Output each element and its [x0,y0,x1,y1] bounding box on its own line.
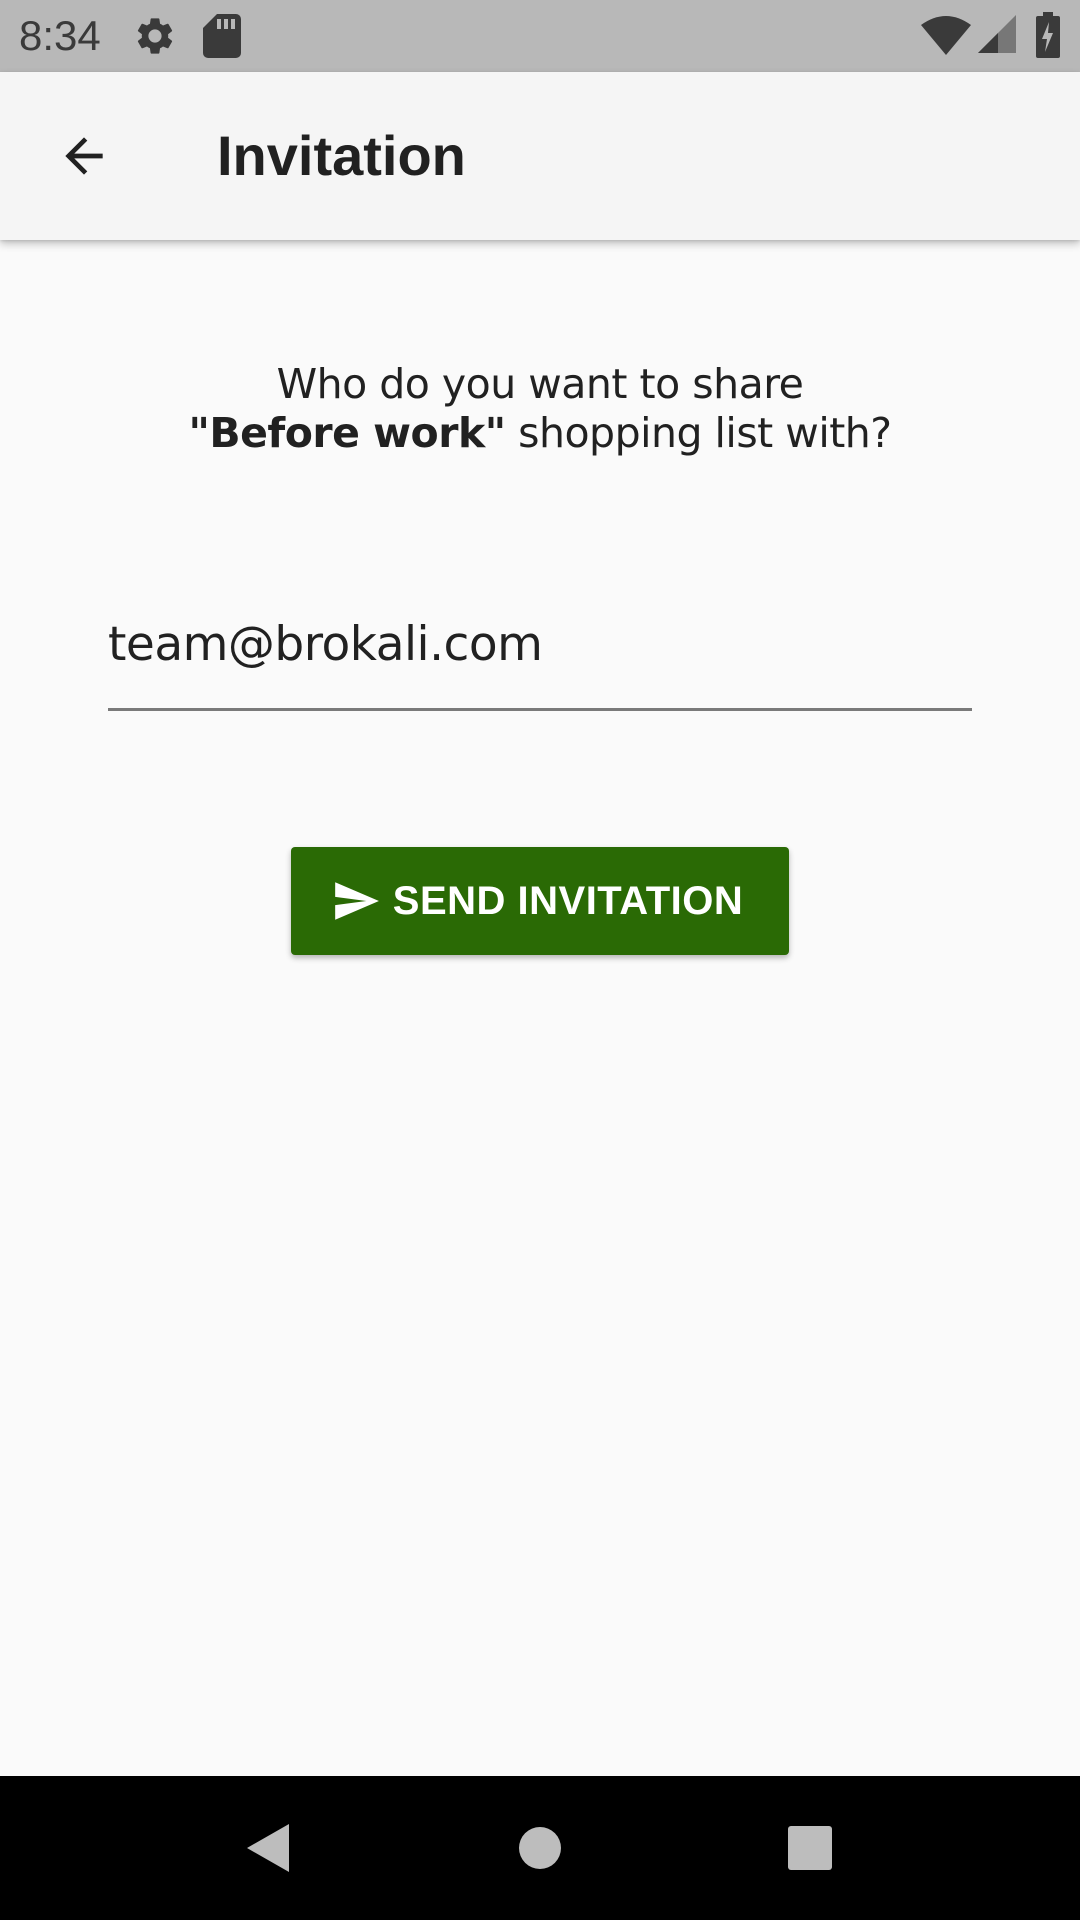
share-prompt: Who do you want to share "Before work" s… [0,360,1080,458]
send-invitation-label: SEND INVITATION [392,878,744,923]
nav-recents-button[interactable] [760,1798,860,1898]
send-invitation-button[interactable]: SEND INVITATION [291,847,789,955]
status-bar: 8:34 [0,0,1080,72]
status-time: 8:34 [19,12,101,59]
prompt-line-1: Who do you want to share [276,360,804,408]
send-icon [334,882,379,920]
cellular-signal-icon [978,15,1016,53]
nav-back-button[interactable] [217,1798,317,1898]
prompt-quote-open: " [188,409,210,457]
gear-icon [137,18,173,54]
nav-home-icon [519,1827,561,1869]
app-bar: Invitation [0,72,1080,240]
nav-recents-icon [788,1826,832,1870]
email-field [108,600,972,711]
list-name: Before work [209,409,485,457]
nav-home-button[interactable] [490,1798,590,1898]
back-button[interactable] [38,110,130,202]
invitation-screen: 8:34 Invitation Who do you want to share… [0,0,1080,1920]
sd-card-icon [203,14,241,58]
wifi-icon [921,16,971,55]
arrow-back-icon [65,137,103,175]
prompt-quote-close: " [484,409,506,457]
email-input[interactable] [108,612,972,676]
battery-charging-icon [1036,12,1060,58]
page-title: Invitation [217,124,466,187]
prompt-line-2-rest: shopping list with? [505,409,892,457]
system-navigation-bar [0,1776,1080,1920]
nav-back-icon [247,1824,289,1872]
prompt-line-2: "Before work" shopping list with? [0,409,1080,458]
